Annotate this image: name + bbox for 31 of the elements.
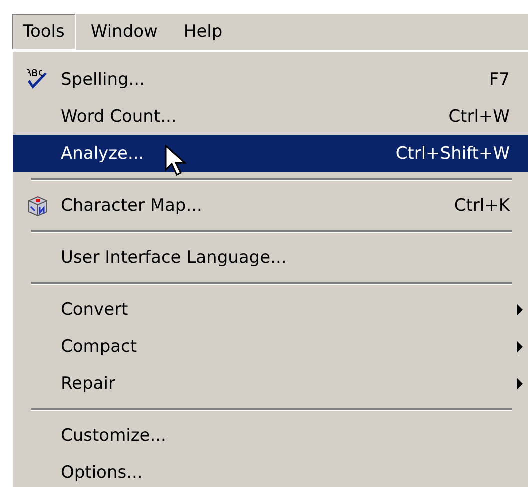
mouse-pointer-icon xyxy=(165,145,187,177)
shortcut-label: Ctrl+Shift+W xyxy=(396,144,510,164)
menu-item[interactable]: User Interface Language... xyxy=(13,239,528,276)
menu-item[interactable]: Spelling... F7 xyxy=(13,61,528,98)
menu-item[interactable]: Word Count... Ctrl+W xyxy=(13,98,528,135)
menu-item-label: Options... xyxy=(61,462,143,482)
menu-item-label: Analyze... xyxy=(61,144,144,164)
menu-item-label: Convert xyxy=(61,300,128,320)
menu-item[interactable]: Compact xyxy=(13,328,528,365)
menu-item-label: Customize... xyxy=(61,426,166,446)
menu-item[interactable]: Repair xyxy=(13,365,528,402)
menu-item[interactable]: Convert xyxy=(13,291,528,328)
menu-bar-item[interactable]: Window xyxy=(80,14,169,50)
shortcut-label: Ctrl+W xyxy=(448,106,510,126)
menu-item-label: Word Count... xyxy=(61,106,177,126)
shortcut-label: Ctrl+K xyxy=(454,196,510,216)
submenu-arrow-icon xyxy=(517,378,523,390)
menu-item[interactable]: Options... xyxy=(13,454,528,487)
menu-item-label: Repair xyxy=(61,374,116,394)
submenu-arrow-icon xyxy=(517,340,523,352)
shortcut-label: F7 xyxy=(489,70,510,90)
cube-icon xyxy=(26,194,50,218)
menu-item[interactable]: Customize... xyxy=(13,417,528,454)
menu-bar-item[interactable]: Tools xyxy=(12,14,76,50)
menu-bar-item[interactable]: Help xyxy=(172,14,234,50)
menu-item[interactable]: Character Map... Ctrl+K xyxy=(13,187,528,224)
submenu-arrow-icon xyxy=(517,304,523,316)
menu-item-label: Spelling... xyxy=(61,70,145,90)
menu-item-label: Character Map... xyxy=(61,196,202,216)
menu-item-label: Compact xyxy=(61,336,138,356)
menu-item-label: User Interface Language... xyxy=(61,248,287,268)
